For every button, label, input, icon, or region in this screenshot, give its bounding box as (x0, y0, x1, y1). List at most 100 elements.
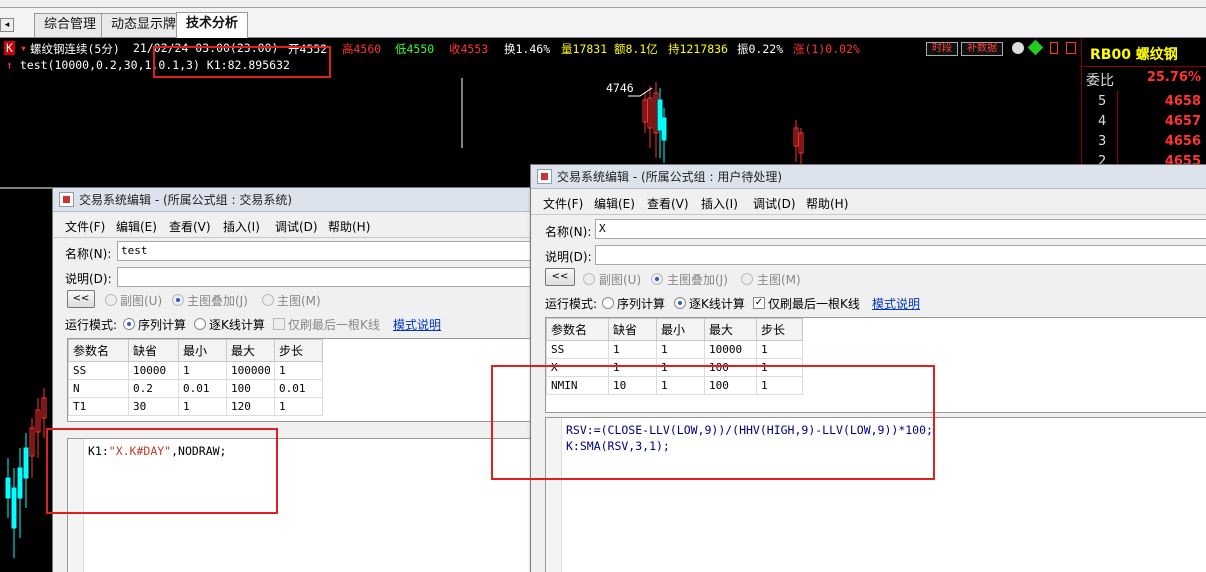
open-value: 开4552 (288, 42, 328, 56)
menu-help[interactable]: 帮助(H) (328, 218, 370, 235)
mode-help-link[interactable]: 模式说明 (393, 316, 441, 333)
mode-kline-radio[interactable] (674, 297, 686, 309)
hold-value: 持1217836 (668, 42, 728, 56)
tab-bar: ◂ 综合管理 动态显示牌 技术分析 (0, 8, 1206, 38)
menu-file[interactable]: 文件(F) (543, 195, 583, 212)
ask-row[interactable]: 3 4656 (1082, 134, 1206, 154)
collapse-button[interactable]: << (67, 290, 95, 308)
column-header[interactable]: 最小 (178, 339, 227, 362)
column-header[interactable]: 步长 (756, 318, 803, 341)
description-field[interactable] (117, 267, 587, 287)
low-value: 低4550 (395, 42, 435, 56)
mainchart-label: 主图(M) (277, 294, 321, 308)
k-badge[interactable]: K (4, 41, 15, 55)
window-menu-bar: 文件(F) 编辑(E) 查看(V) 插入(I) 调试(D) 帮助(H) (53, 215, 591, 235)
tab-overview[interactable]: 综合管理 (34, 13, 107, 37)
mode-help-link[interactable]: 模式说明 (872, 295, 920, 312)
app-icon (59, 192, 74, 207)
table-row[interactable]: T1 30 1 120 1 (68, 397, 323, 416)
volume-value: 量17831 (561, 42, 608, 56)
parameter-table: 参数名 缺省 最小 最大 步长 SS 10000 1 100000 1 N 0.2 0.01… (67, 338, 587, 422)
column-header[interactable]: 参数名 (68, 339, 129, 362)
name-label: 名称(N): (65, 247, 112, 261)
mode-kline-label: 逐K线计算 (209, 318, 265, 332)
ask-row[interactable]: 5 4658 (1082, 94, 1206, 114)
overlay-label: 主图叠加(J) (667, 273, 728, 287)
subchart-radio[interactable] (583, 273, 595, 285)
column-header[interactable]: 缺省 (608, 318, 657, 341)
menu-insert[interactable]: 插入(I) (701, 195, 738, 212)
subchart-label: 副图(U) (120, 294, 163, 308)
column-header[interactable]: 最大 (704, 318, 757, 341)
table-row[interactable]: SS 10000 1 100000 1 (68, 361, 323, 380)
table-row[interactable]: NMIN 10 1 100 1 (546, 376, 803, 395)
mainchart-radio[interactable] (262, 294, 274, 306)
column-header[interactable]: 步长 (274, 339, 323, 362)
collapse-button[interactable]: << (545, 268, 575, 286)
table-row[interactable]: SS 1 1 10000 1 (546, 340, 803, 359)
code-editor[interactable]: RSV:=(CLOSE-LLV(LOW,9))/(HHV(HIGH,9)-LLV… (545, 417, 1206, 572)
quote-title: RB00 螺纹钢 (1090, 47, 1178, 63)
high-value: 高4560 (342, 42, 382, 56)
name-field[interactable]: test (117, 241, 587, 261)
column-header[interactable]: 缺省 (128, 339, 179, 362)
window-icon[interactable] (1066, 42, 1076, 54)
subchart-radio[interactable] (105, 294, 117, 306)
menu-edit[interactable]: 编辑(E) (116, 218, 157, 235)
table-row[interactable]: N 0.2 0.01 100 0.01 (68, 379, 323, 398)
ask-row[interactable]: 4 4657 (1082, 114, 1206, 134)
window-menu-bar: 文件(F) 编辑(E) 查看(V) 插入(I) 调试(D) 帮助(H) (531, 192, 1206, 212)
menu-view[interactable]: 查看(V) (647, 195, 689, 212)
parameter-table: 参数名 缺省 最小 最大 步长 SS 1 1 10000 1 X 1 1 100 1 NMIN 1… (545, 317, 1206, 413)
fill-data-button[interactable]: 补数据 (961, 42, 1003, 56)
mode-sequence-label: 序列计算 (617, 297, 666, 311)
mode-sequence-radio[interactable] (123, 318, 135, 330)
name-label: 名称(N): (545, 225, 592, 239)
app-icon (537, 169, 552, 184)
code-line[interactable]: RSV:=(CLOSE-LLV(LOW,9))/(HHV(HIGH,9)-LLV… (566, 422, 933, 438)
menu-debug[interactable]: 调试(D) (275, 218, 318, 235)
overlay-radio[interactable] (172, 294, 184, 306)
indicator-line: ↑ test(10000,0.2,30,1,0.1,3) K1:82.89563… (6, 58, 290, 72)
menu-view[interactable]: 查看(V) (169, 218, 211, 235)
only-last-checkbox[interactable]: ✓ (753, 297, 765, 309)
window-title-bar[interactable]: 交易系统编辑 - (所属公式组 : 用户待处理) (531, 165, 1206, 189)
tab-technical-analysis[interactable]: 技术分析 (176, 12, 249, 38)
time-segment-button[interactable]: 时段 (926, 42, 958, 56)
code-editor[interactable]: K1:"X.K#DAY",NODRAW; (67, 438, 587, 572)
mode-kline-radio[interactable] (194, 318, 206, 330)
window-title-bar[interactable]: 交易系统编辑 - (所属公式组 : 交易系统) (53, 188, 591, 212)
chart-info-bar: K ▾ 螺纹钢连续(5分) 21/02/24 03:00(23:00) 开455… (0, 40, 1080, 58)
code-line[interactable]: K1:"X.K#DAY",NODRAW; (88, 443, 226, 459)
menu-insert[interactable]: 插入(I) (223, 218, 260, 235)
menu-debug[interactable]: 调试(D) (753, 195, 796, 212)
editor-gutter (68, 439, 84, 572)
settings-gear-icon[interactable] (1012, 42, 1024, 54)
overlay-radio[interactable] (651, 273, 663, 285)
menu-edit[interactable]: 编辑(E) (594, 195, 635, 212)
tab-scroll-left-icon[interactable]: ◂ (0, 18, 14, 32)
table-row[interactable]: X 1 1 100 1 (546, 358, 803, 377)
column-header[interactable]: 参数名 (546, 318, 609, 341)
description-label: 说明(D): (545, 250, 592, 264)
mainchart-radio[interactable] (741, 273, 753, 285)
menu-help[interactable]: 帮助(H) (806, 195, 848, 212)
column-header[interactable]: 最大 (226, 339, 275, 362)
tab-dynamic-board[interactable]: 动态显示牌 (101, 13, 187, 37)
mode-sequence-label: 序列计算 (138, 318, 187, 332)
formula-editor-window-2: 交易系统编辑 - (所属公式组 : 用户待处理) 文件(F) 编辑(E) 查看(… (530, 164, 1206, 572)
menu-file[interactable]: 文件(F) (65, 218, 105, 235)
only-last-label: 仅刷最后一根K线 (768, 297, 860, 311)
mainchart-label: 主图(M) (757, 273, 801, 287)
only-last-checkbox[interactable] (273, 318, 285, 330)
name-field[interactable]: X (595, 219, 1206, 239)
formula-editor-window-1: 交易系统编辑 - (所属公式组 : 交易系统) 文件(F) 编辑(E) 查看(V… (52, 187, 592, 572)
dropdown-icon[interactable]: ▾ (20, 41, 27, 55)
subchart-label: 副图(U) (599, 273, 642, 287)
panel-toggle-icon[interactable] (1050, 42, 1058, 54)
mode-sequence-radio[interactable] (602, 297, 614, 309)
description-field[interactable] (595, 245, 1206, 265)
only-last-label: 仅刷最后一根K线 (288, 318, 380, 332)
column-header[interactable]: 最小 (656, 318, 705, 341)
code-line[interactable]: K:SMA(RSV,3,1); (566, 438, 670, 454)
